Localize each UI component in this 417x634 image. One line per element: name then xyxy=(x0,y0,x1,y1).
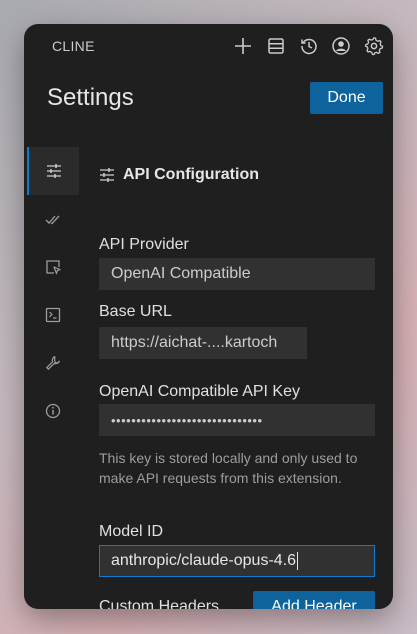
sidebar-item-debug[interactable] xyxy=(27,339,79,387)
model-id-field[interactable]: anthropic/claude-opus-4.6 xyxy=(99,545,375,577)
info-icon xyxy=(45,403,61,419)
browser-icon xyxy=(46,260,61,275)
sidebar-item-browser[interactable] xyxy=(27,243,79,291)
gear-icon[interactable] xyxy=(363,35,385,57)
sliders-icon xyxy=(100,168,114,182)
check-all-icon xyxy=(45,215,60,225)
api-key-help-text: This key is stored locally and only used… xyxy=(99,450,358,486)
terminal-icon xyxy=(45,307,61,323)
title-bar: CLINE xyxy=(24,24,393,68)
history-icon[interactable] xyxy=(298,35,320,57)
sliders-icon xyxy=(47,164,61,178)
sidebar-item-terminal[interactable] xyxy=(27,291,79,339)
plus-icon[interactable] xyxy=(232,35,254,57)
section-title: API Configuration xyxy=(123,166,259,183)
api-key-label: OpenAI Compatible API Key xyxy=(99,383,300,400)
add-header-button[interactable]: Add Header xyxy=(253,591,375,609)
model-id-label: Model ID xyxy=(99,523,164,540)
app-name: CLINE xyxy=(52,38,95,54)
base-url-label: Base URL xyxy=(99,303,172,320)
api-key-field[interactable]: •••••••••••••••••••••••••••••• xyxy=(99,404,375,436)
text-caret xyxy=(297,552,299,570)
account-icon[interactable] xyxy=(330,35,352,57)
custom-headers-label: Custom Headers xyxy=(99,598,220,609)
base-url-field[interactable]: https://aichat-....kartoch xyxy=(99,327,307,359)
wrench-icon xyxy=(46,356,60,370)
settings-sidebar xyxy=(24,147,79,447)
page-title: Settings xyxy=(47,84,134,111)
sidebar-item-about[interactable] xyxy=(27,387,79,435)
section-header: API Configuration xyxy=(99,166,259,184)
api-provider-label: API Provider xyxy=(99,236,189,253)
api-provider-select[interactable]: OpenAI Compatible xyxy=(99,258,375,290)
sidebar-item-features[interactable] xyxy=(27,195,79,243)
database-icon[interactable] xyxy=(265,35,287,57)
sidebar-item-api-configuration[interactable] xyxy=(27,147,79,195)
done-button[interactable]: Done xyxy=(310,82,383,114)
model-id-value: anthropic/claude-opus-4.6 xyxy=(111,552,297,569)
settings-window: CLINE Settings Done API Configuration AP… xyxy=(24,24,393,609)
